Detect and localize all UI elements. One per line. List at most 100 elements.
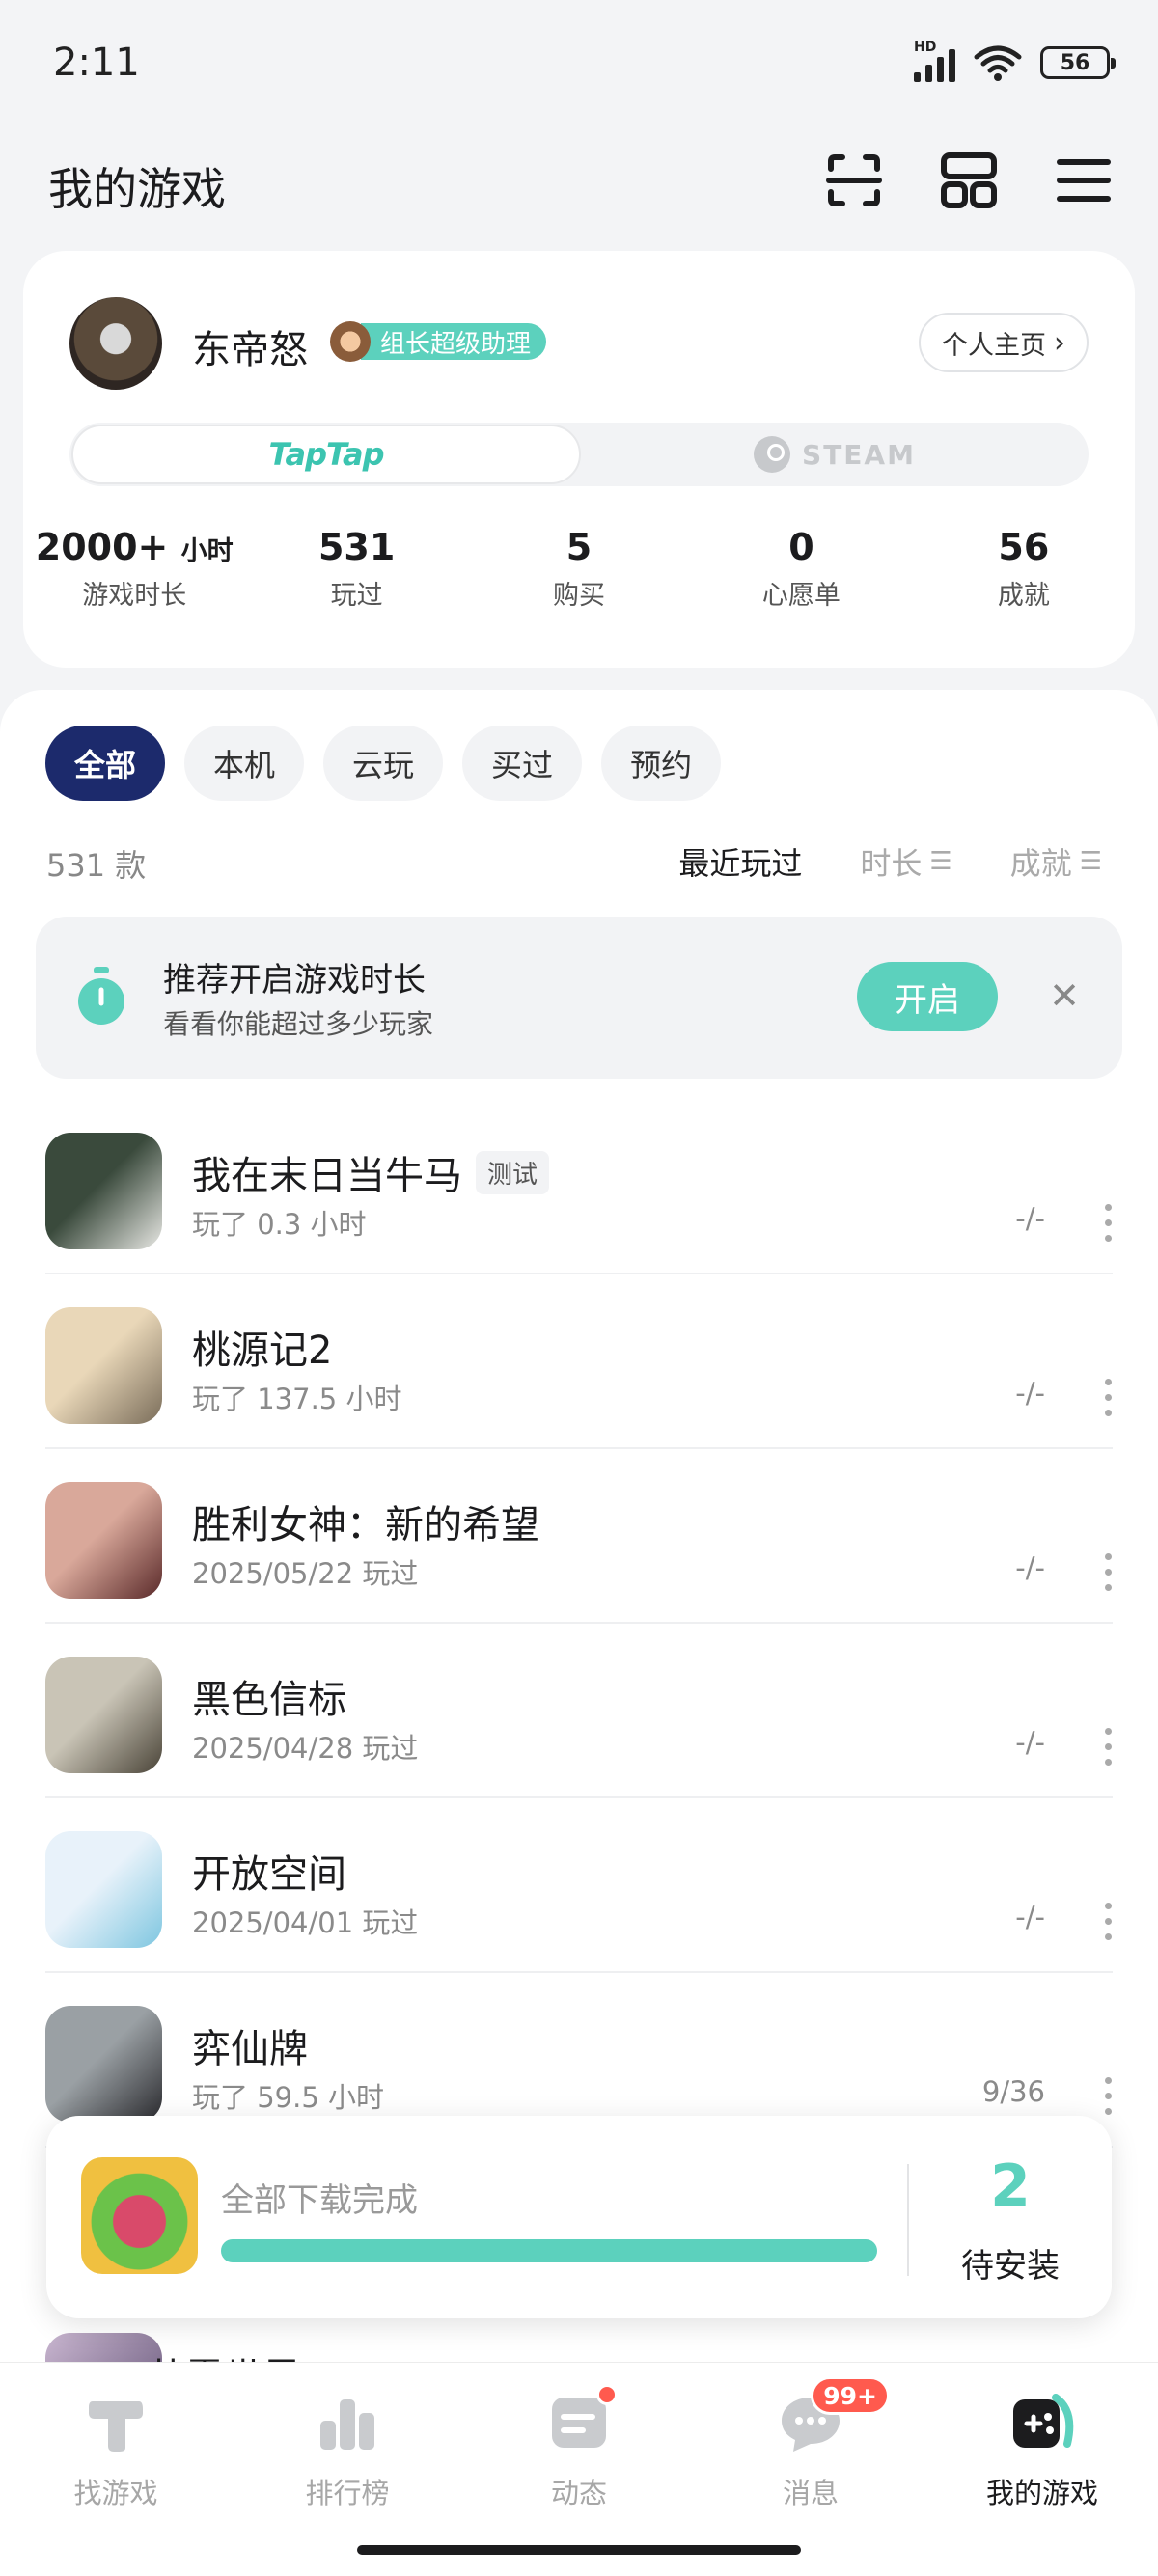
ranking-icon	[320, 2399, 374, 2450]
platform-taptap-tab[interactable]: TapTap	[71, 425, 581, 484]
bottom-nav: 找游戏 排行榜 动态 99+ 消息 我的游戏	[0, 2362, 1158, 2576]
game-title: 黑色信标	[192, 1668, 346, 1724]
game-icon[interactable]	[45, 1657, 162, 1773]
gamepad-icon	[1013, 2394, 1074, 2448]
nav-messages[interactable]: 99+ 消息	[695, 2376, 926, 2511]
stat-value: 56	[998, 526, 1050, 568]
game-name: 弈仙牌	[192, 2027, 308, 2071]
stat-playtime[interactable]: 2000+ 小时 游戏时长	[23, 526, 245, 612]
sort-icon: ☰	[1079, 847, 1102, 876]
game-achievements: -/-	[1015, 1377, 1045, 1410]
game-name: 开放空间	[192, 1852, 346, 1897]
more-options-icon[interactable]	[1103, 2062, 1113, 2129]
game-icon[interactable]	[45, 1482, 162, 1599]
scan-icon[interactable]	[818, 145, 890, 216]
badge-label: 组长超级助理	[361, 323, 547, 360]
filter-all[interactable]: 全部	[45, 726, 166, 801]
filter-chips: 全部 本机 云玩 买过 预约	[45, 726, 722, 801]
game-achievements: -/-	[1015, 1901, 1045, 1933]
game-icon[interactable]	[45, 2006, 162, 2123]
nav-label: 找游戏	[73, 2477, 158, 2509]
stat-label: 玩过	[330, 581, 383, 611]
chevron-right-icon: ›	[1054, 325, 1065, 360]
profile-page-button[interactable]: 个人主页 ›	[919, 313, 1089, 372]
game-name: 桃源记2	[192, 1329, 333, 1373]
filter-local[interactable]: 本机	[184, 726, 305, 801]
stat-purchased[interactable]: 5 购买	[468, 526, 690, 612]
stat-label: 购买	[553, 581, 606, 611]
more-options-icon[interactable]	[1103, 1713, 1113, 1780]
menu-icon[interactable]	[1048, 145, 1119, 216]
game-name: 我在末日当牛马	[192, 1154, 462, 1198]
nav-label: 排行榜	[305, 2477, 390, 2509]
stopwatch-icon	[78, 967, 124, 1025]
game-subtitle: 2025/04/01 玩过	[192, 1906, 419, 1939]
promo-subtitle: 看看你能超过多少玩家	[163, 1008, 434, 1040]
game-achievements: -/-	[1015, 1202, 1045, 1235]
game-row[interactable]: 桃源记2 玩了 137.5 小时 -/-	[45, 1274, 1113, 1449]
stat-played[interactable]: 531 玩过	[245, 526, 467, 612]
game-icon[interactable]	[45, 1133, 162, 1249]
avatar[interactable]	[69, 297, 162, 390]
more-options-icon[interactable]	[1103, 1538, 1113, 1605]
more-options-icon[interactable]	[1103, 1363, 1113, 1431]
steam-logo-icon	[754, 436, 791, 473]
enable-playtime-button[interactable]: 开启	[857, 962, 998, 1031]
game-subtitle: 玩了 137.5 小时	[192, 1383, 402, 1415]
download-status-card[interactable]: 全部下载完成 2 待安装	[46, 2116, 1112, 2318]
nav-find-games[interactable]: 找游戏	[0, 2388, 232, 2511]
more-options-icon[interactable]	[1103, 1887, 1113, 1955]
game-title: 我在末日当牛马 测试	[192, 1144, 550, 1200]
status-icons: HD 56	[914, 40, 1116, 82]
message-count-badge: 99+	[811, 2376, 890, 2415]
grid-icon[interactable]	[933, 145, 1005, 216]
sort-recent[interactable]: 最近玩过	[678, 839, 802, 884]
badge-avatar-icon	[330, 321, 371, 362]
feed-icon	[544, 2384, 618, 2457]
platform-steam-tab[interactable]: STEAM	[581, 423, 1089, 486]
game-row[interactable]: 我在末日当牛马 测试 玩了 0.3 小时 -/-	[45, 1100, 1113, 1274]
stat-achievements[interactable]: 56 成就	[913, 526, 1135, 612]
game-icon[interactable]	[45, 1831, 162, 1948]
filter-purchased[interactable]: 买过	[462, 726, 583, 801]
sort-achievement[interactable]: 成就 ☰	[1010, 839, 1102, 884]
game-icon[interactable]	[45, 1307, 162, 1424]
playtime-promo-banner: 推荐开启游戏时长 看看你能超过多少玩家 开启 ✕	[36, 917, 1122, 1079]
game-name: 黑色信标	[192, 1678, 346, 1722]
pending-install-count: 2	[990, 2152, 1031, 2220]
nav-ranking[interactable]: 排行榜	[232, 2388, 463, 2511]
game-row[interactable]: 黑色信标 2025/04/28 玩过 -/-	[45, 1624, 1113, 1798]
filter-reserved[interactable]: 预约	[601, 726, 722, 801]
more-options-icon[interactable]	[1103, 1189, 1113, 1256]
nav-label: 消息	[782, 2477, 839, 2509]
notification-dot	[596, 2384, 618, 2405]
game-row[interactable]: 胜利女神：新的希望 2025/05/22 玩过 -/-	[45, 1449, 1113, 1624]
game-subtitle: 玩了 0.3 小时	[192, 1208, 367, 1241]
stat-wishlist[interactable]: 0 心愿单	[690, 526, 912, 612]
game-title: 弈仙牌	[192, 2017, 308, 2073]
nav-label: 我的游戏	[985, 2477, 1098, 2509]
sort-duration[interactable]: 时长 ☰	[860, 839, 951, 884]
game-title: 桃源记2	[192, 1319, 332, 1375]
game-subtitle: 2025/04/28 玩过	[192, 1732, 419, 1765]
user-badge[interactable]: 组长超级助理	[330, 321, 547, 362]
game-subtitle: 玩了 59.5 小时	[192, 2081, 385, 2114]
sort-options: 最近玩过 时长 ☰ 成就 ☰	[678, 839, 1102, 884]
nav-label: 动态	[550, 2477, 607, 2509]
nav-my-games[interactable]: 我的游戏	[926, 2388, 1158, 2511]
header-actions	[818, 145, 1119, 216]
game-achievements: 9/36	[981, 2075, 1045, 2108]
sort-icon: ☰	[929, 847, 952, 876]
filter-cloud[interactable]: 云玩	[323, 726, 444, 801]
close-icon[interactable]: ✕	[1043, 974, 1086, 1017]
game-name: 胜利女神：新的希望	[192, 1503, 539, 1548]
game-subtitle: 2025/05/22 玩过	[192, 1557, 419, 1590]
nav-feed[interactable]: 动态	[463, 2384, 695, 2511]
platform-switch: TapTap STEAM	[69, 423, 1089, 486]
profile-stats: 2000+ 小时 游戏时长 531 玩过 5 购买 0 心愿单 56 成就	[23, 526, 1135, 612]
promo-title: 推荐开启游戏时长	[163, 961, 426, 1000]
profile-link-label: 个人主页	[942, 330, 1046, 361]
game-row[interactable]: 开放空间 2025/04/01 玩过 -/-	[45, 1798, 1113, 1973]
stat-value: 531	[317, 526, 396, 568]
stat-label: 游戏时长	[82, 581, 187, 611]
